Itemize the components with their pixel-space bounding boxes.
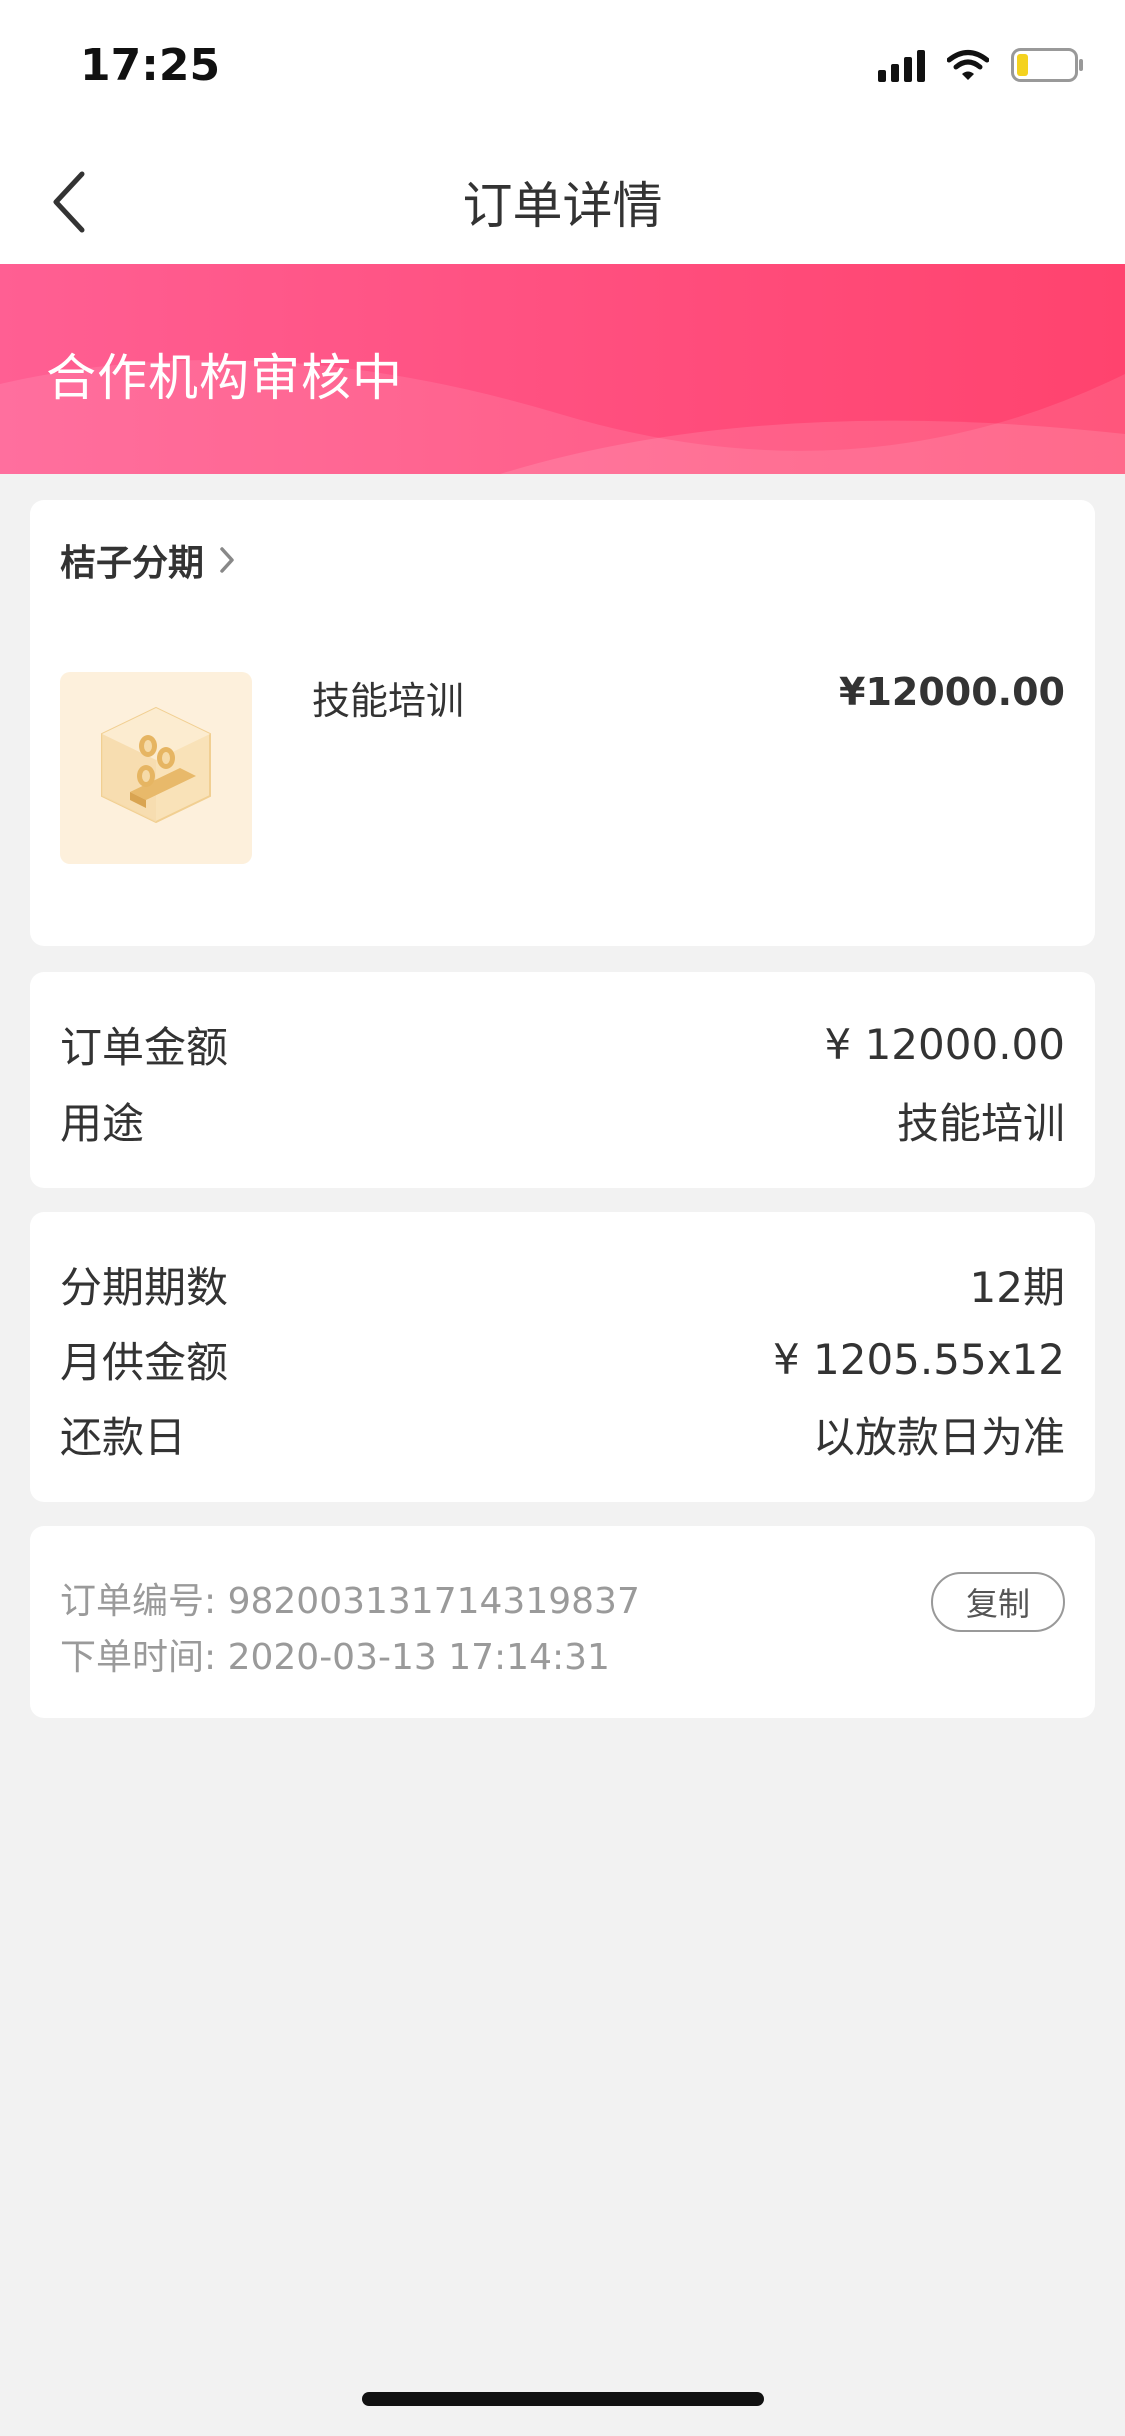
merchant-name: 桔子分期 (60, 543, 205, 584)
chevron-right-icon (220, 547, 234, 573)
product-card: 桔子分期 技能培训 ¥12000.00 (30, 500, 1095, 946)
battery-icon (1011, 48, 1083, 82)
purpose-label: 用途 (60, 1099, 145, 1148)
installment-card: 分期期数 12期 月供金额 ¥ 1205.55x12 还款日 以放款日为准 (30, 1212, 1095, 1502)
installment-count-row: 分期期数 12期 (60, 1254, 1065, 1315)
cellular-signal-icon (878, 48, 925, 82)
navigation-bar: 订单详情 (0, 132, 1125, 264)
wifi-icon (947, 50, 989, 80)
home-indicator (362, 2392, 764, 2406)
order-amount-row: 订单金额 ¥ 12000.00 (60, 1014, 1065, 1075)
order-status-text: 合作机构审核中 (46, 349, 403, 407)
repayment-date-label: 还款日 (60, 1413, 187, 1462)
status-time: 17:25 (80, 40, 221, 91)
product-price: ¥12000.00 (839, 670, 1065, 714)
order-time: 下单时间: 2020-03-13 17:14:31 (60, 1637, 610, 1678)
order-number: 订单编号: 982003131714319837 (60, 1581, 640, 1622)
status-bar: 17:25 (0, 0, 1125, 132)
monthly-payment-value: ¥ 1205.55x12 (772, 1335, 1065, 1384)
purpose-value: 技能培训 (896, 1099, 1065, 1148)
monthly-payment-row: 月供金额 ¥ 1205.55x12 (60, 1329, 1065, 1390)
installment-count-label: 分期期数 (60, 1263, 229, 1312)
purpose-row: 用途 技能培训 (60, 1090, 1065, 1151)
repayment-date-value: 以放款日为准 (812, 1413, 1065, 1462)
status-icons (878, 48, 1085, 82)
installment-count-value: 12期 (969, 1263, 1065, 1312)
product-name: 技能培训 (312, 679, 465, 723)
monthly-payment-label: 月供金额 (60, 1338, 229, 1387)
order-status-banner: 合作机构审核中 (0, 264, 1125, 474)
order-amount-card: 订单金额 ¥ 12000.00 用途 技能培训 (30, 972, 1095, 1188)
page-title: 订单详情 (462, 177, 663, 235)
repayment-date-row: 还款日 以放款日为准 (60, 1404, 1065, 1465)
order-amount-label: 订单金额 (60, 1023, 229, 1072)
merchant-link[interactable]: 桔子分期 (60, 534, 236, 586)
order-info-card: 订单编号: 982003131714319837 下单时间: 2020-03-1… (30, 1526, 1095, 1718)
product-thumbnail (60, 672, 252, 864)
copy-button[interactable]: 复制 (931, 1572, 1065, 1632)
order-amount-value: ¥ 12000.00 (824, 1020, 1065, 1069)
coin-box-icon (101, 706, 211, 824)
